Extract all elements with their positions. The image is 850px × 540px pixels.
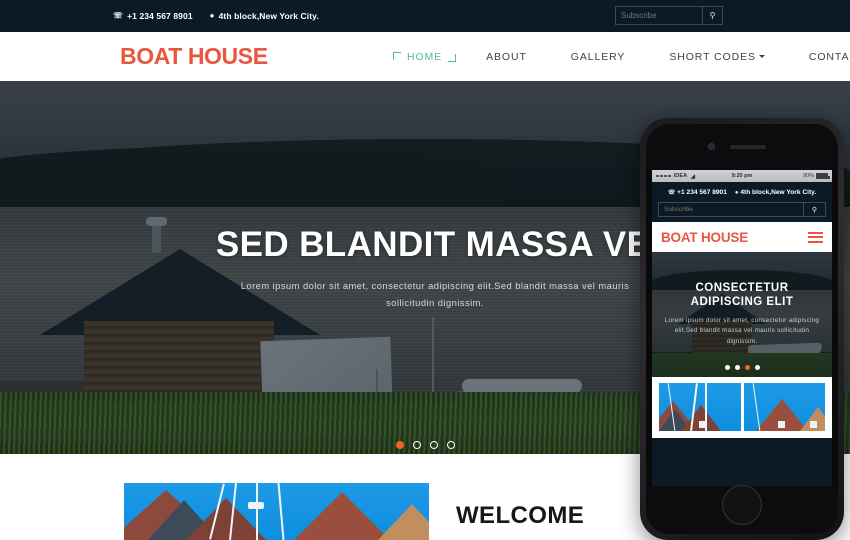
nav-item-gallery[interactable]: GALLERY xyxy=(549,51,648,63)
phone-contact-phone[interactable]: ☏ +1 234 567 8901 xyxy=(668,189,727,196)
phone-number-mobile: +1 234 567 8901 xyxy=(677,189,727,196)
carousel-dot-3[interactable] xyxy=(429,441,438,449)
subscribe-search-button[interactable]: ⚲ xyxy=(702,7,722,24)
address-contact[interactable]: ● 4th block,New York City. xyxy=(210,11,319,21)
phone-speaker xyxy=(730,145,766,149)
carousel-dot-1[interactable] xyxy=(395,441,404,449)
phone-status-bar: IDEA ◢ 9:20 pm 90% xyxy=(652,170,832,182)
phone-subscribe-input[interactable] xyxy=(659,203,803,216)
site-logo[interactable]: BOAT HOUSE xyxy=(120,43,268,70)
nav-links: HOME ABOUT GALLERY SHORT CODES CONTACT xyxy=(385,32,850,81)
phone-screen: IDEA ◢ 9:20 pm 90% ☏ +1 234 567 8901 ● 4 xyxy=(652,170,832,486)
battery-icon xyxy=(816,173,830,179)
phone-carousel-dot-4[interactable] xyxy=(754,365,760,370)
phone-top-bezel xyxy=(646,124,838,170)
subscribe-form: ⚲ xyxy=(615,6,723,25)
main-navbar: BOAT HOUSE HOME ABOUT GALLERY SHORT CODE… xyxy=(0,32,850,81)
phone-body: IDEA ◢ 9:20 pm 90% ☏ +1 234 567 8901 ● 4 xyxy=(646,124,838,534)
phone-site-logo[interactable]: BOAT HOUSE xyxy=(661,230,748,245)
phone-hero-title-line2: ADIPISCING ELIT xyxy=(690,296,794,309)
gallery-window-1 xyxy=(699,421,706,428)
hamburger-menu-icon[interactable] xyxy=(808,231,823,243)
nav-item-about-label: ABOUT xyxy=(486,50,527,63)
nav-item-gallery-label: GALLERY xyxy=(570,50,626,63)
nav-item-home-label: HOME xyxy=(407,50,443,63)
welcome-heading: WELCOME xyxy=(456,502,585,529)
phone-subscribe-search-button[interactable]: ⚲ xyxy=(803,203,825,216)
status-time: 9:20 pm xyxy=(731,173,753,179)
phone-gallery-section xyxy=(652,377,832,438)
phone-carousel-dot-3[interactable] xyxy=(744,365,750,370)
welcome-roof-4 xyxy=(378,504,429,540)
topbar-contact-group: ☏ +1 234 567 8901 ● 4th block,New York C… xyxy=(113,11,319,21)
hero-subtitle: Lorem ipsum dolor sit amet, consectetur … xyxy=(240,280,630,309)
phone-bottom-bezel xyxy=(646,485,838,534)
nav-item-short-codes[interactable]: SHORT CODES xyxy=(647,51,787,63)
location-pin-icon: ● xyxy=(209,11,215,20)
phone-contact-address[interactable]: ● 4th block,New York City. xyxy=(735,189,816,196)
welcome-mast-2 xyxy=(256,483,258,540)
subscribe-input[interactable] xyxy=(616,7,702,24)
phone-number: +1 234 567 8901 xyxy=(127,11,193,21)
phone-carousel-dot-1[interactable] xyxy=(724,365,730,370)
carousel-dot-4[interactable] xyxy=(446,441,455,449)
search-icon: ⚲ xyxy=(811,206,818,214)
welcome-mast-3 xyxy=(277,483,284,540)
gallery-window-3 xyxy=(809,421,817,428)
phone-contact[interactable]: ☏ +1 234 567 8901 xyxy=(113,11,193,21)
welcome-mast-light xyxy=(248,502,264,509)
address-text-mobile: 4th block,New York City. xyxy=(740,189,817,196)
search-icon: ⚲ xyxy=(709,11,716,20)
phone-icon: ☏ xyxy=(113,11,124,20)
carousel-dot-2[interactable] xyxy=(412,441,421,449)
top-contact-bar: ☏ +1 234 567 8901 ● 4th block,New York C… xyxy=(0,0,850,32)
phone-contact-bar: ☏ +1 234 567 8901 ● 4th block,New York C… xyxy=(652,182,832,222)
phone-navbar: BOAT HOUSE xyxy=(652,222,832,252)
phone-subscribe-form: ⚲ xyxy=(658,202,826,217)
phone-icon: ☏ xyxy=(667,190,676,196)
phone-carousel-dot-2[interactable] xyxy=(734,365,740,370)
phone-carousel-dots xyxy=(652,365,832,370)
phone-mockup: IDEA ◢ 9:20 pm 90% ☏ +1 234 567 8901 ● 4 xyxy=(640,118,844,540)
phone-hero-banner: CONSECTETUR ADIPISCING ELIT Lorem ipsum … xyxy=(652,252,832,377)
nav-item-home[interactable]: HOME xyxy=(385,51,464,63)
phone-hero-subtitle: Lorem ipsum dolor sit amet, consectetur … xyxy=(664,316,820,346)
location-pin-icon: ● xyxy=(734,190,739,196)
address-text: 4th block,New York City. xyxy=(218,11,319,21)
chevron-down-icon xyxy=(758,55,765,59)
gallery-window-2 xyxy=(777,421,785,428)
hero-title: SED BLANDIT MASSA VEL xyxy=(215,225,673,264)
phone-hero-content: CONSECTETUR ADIPISCING ELIT Lorem ipsum … xyxy=(652,252,832,377)
phone-hero-title-line1: CONSECTETUR xyxy=(695,281,789,294)
nav-item-contact-label: CONTACT xyxy=(808,50,850,63)
nav-item-contact[interactable]: CONTACT xyxy=(787,51,850,63)
phone-gallery-image-1[interactable] xyxy=(659,383,741,431)
welcome-image xyxy=(124,483,429,540)
phone-gallery-image-2[interactable] xyxy=(743,383,825,431)
nav-item-about[interactable]: ABOUT xyxy=(464,51,549,63)
nav-item-short-codes-label: SHORT CODES xyxy=(669,50,756,63)
phone-camera-icon xyxy=(708,143,715,150)
phone-hero-title: CONSECTETUR ADIPISCING ELIT xyxy=(691,281,794,310)
welcome-roof-3 xyxy=(294,492,390,540)
phone-home-button[interactable] xyxy=(722,485,762,525)
phone-contact-group: ☏ +1 234 567 8901 ● 4th block,New York C… xyxy=(658,189,826,196)
